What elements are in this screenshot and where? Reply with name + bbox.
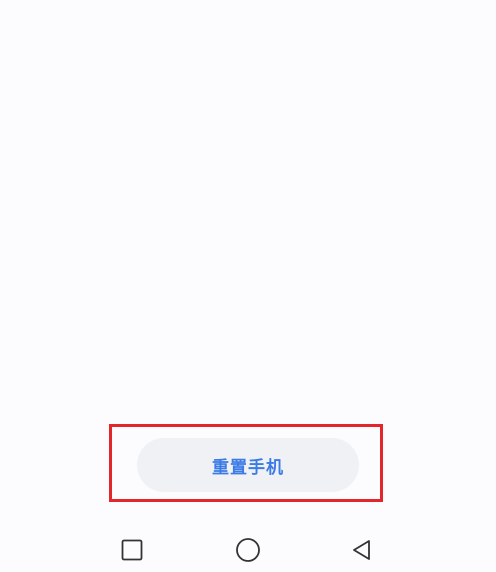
blank-content-area — [0, 0, 496, 420]
triangle-back-icon — [350, 538, 374, 562]
home-button[interactable] — [228, 530, 268, 570]
phone-screen: 重置手机 — [0, 0, 496, 572]
square-recent-apps-icon — [120, 538, 144, 562]
back-button[interactable] — [342, 530, 382, 570]
recent-apps-button[interactable] — [112, 530, 152, 570]
navigation-bar — [0, 530, 496, 572]
reset-phone-button[interactable]: 重置手机 — [137, 438, 359, 492]
circle-home-icon — [235, 537, 261, 563]
